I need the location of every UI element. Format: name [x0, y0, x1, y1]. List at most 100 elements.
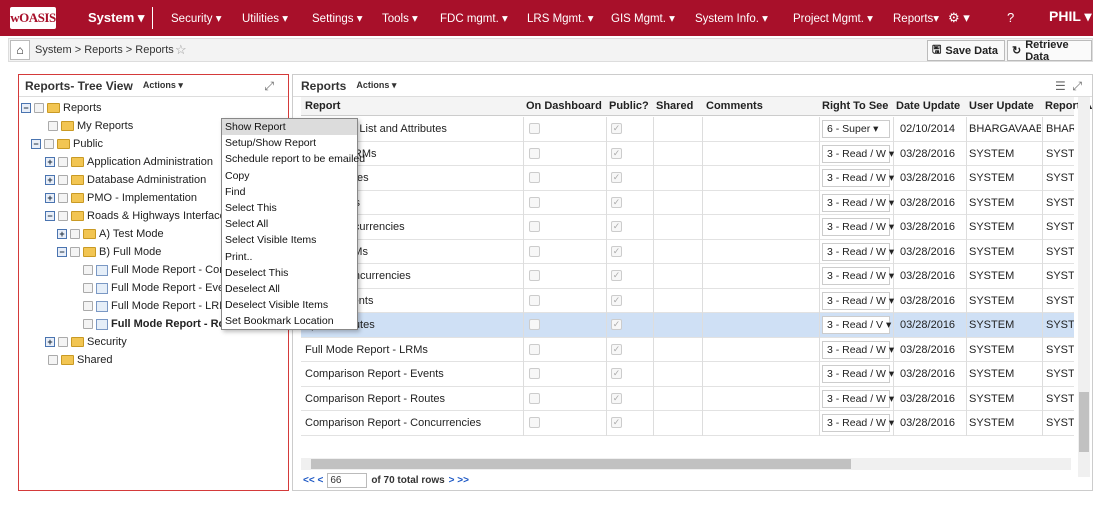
gear-icon[interactable]: ⚙ ▾	[948, 10, 970, 26]
expand-icon[interactable]: +	[45, 175, 55, 185]
collapse-icon[interactable]: −	[57, 247, 67, 257]
public-checkbox[interactable]: ✓	[611, 196, 622, 208]
nav-settings[interactable]: Settings ▾	[312, 11, 363, 25]
context-menu-item[interactable]: Select All	[222, 216, 357, 232]
public-checkbox[interactable]: ✓	[611, 221, 622, 232]
on-dashboard-checkbox[interactable]	[529, 343, 540, 355]
right-to-see-select[interactable]: 3 - Read / W ▾	[822, 169, 894, 187]
table-row[interactable]: Comparison Report - Events ✓ 3 - Read / W …	[301, 362, 1074, 387]
tree-node-my-reports[interactable]: My Reports	[35, 117, 133, 135]
right-to-see-select[interactable]: 3 - Read / W ▾	[822, 389, 894, 408]
context-menu-item[interactable]: Deselect This	[222, 265, 357, 281]
right-to-see-select[interactable]: 3 - Read / W ▾	[822, 267, 894, 285]
user-menu[interactable]: PHIL ▾	[1049, 8, 1092, 25]
save-data-button[interactable]: 🖫 Save Data	[927, 40, 1005, 61]
retrieve-data-button[interactable]: ↻ Retrieve Data	[1007, 39, 1092, 63]
nav-system-info[interactable]: System Info. ▾	[695, 11, 768, 25]
table-row[interactable]: eport - Routes✓3 - Read / V ▾03/28/2016S…	[301, 313, 1074, 338]
nav-reports[interactable]: Reports▾	[893, 11, 939, 25]
tree-checkbox[interactable]	[70, 247, 80, 257]
on-dashboard-checkbox[interactable]	[529, 417, 540, 428]
right-to-see-select[interactable]: 3 - Read / W ▾	[822, 242, 894, 261]
table-row[interactable]: port - Gaps✓3 - Read / W ▾03/28/2016SYST…	[301, 190, 1074, 215]
tree-actions-menu[interactable]: Actions ▾	[143, 80, 183, 91]
tree-checkbox[interactable]	[44, 139, 54, 149]
nav-system[interactable]: System ▾	[88, 10, 144, 26]
public-checkbox[interactable]: ✓	[611, 294, 622, 306]
star-icon[interactable]: ☆	[175, 42, 187, 58]
context-menu-item[interactable]: Find	[222, 184, 357, 200]
page-input[interactable]	[327, 473, 368, 488]
tree-checkbox[interactable]	[83, 265, 93, 275]
tree-checkbox[interactable]	[58, 157, 68, 167]
collapse-icon[interactable]: −	[31, 139, 41, 149]
tree-checkbox[interactable]	[83, 283, 93, 293]
list-icon[interactable]: ☰	[1055, 79, 1066, 93]
public-checkbox[interactable]: ✓	[611, 319, 622, 330]
right-to-see-select[interactable]: 3 - Read / W ▾	[822, 218, 894, 236]
right-to-see-select[interactable]: 6 - Super ▾	[822, 120, 890, 138]
expand-icon[interactable]: +	[45, 337, 55, 347]
col-right-to-see[interactable]: Right To See	[822, 100, 888, 112]
right-to-see-select[interactable]: 3 - Read / W ▾	[822, 414, 894, 432]
tree-checkbox[interactable]	[83, 319, 93, 329]
tree-node-security[interactable]: + Security	[45, 333, 127, 351]
table-row[interactable]: Comparison Report - Concurrencies ✓ 3 - Re…	[301, 411, 1074, 436]
tree-node-full-mode[interactable]: − B) Full Mode	[57, 243, 161, 261]
context-menu-item[interactable]: Set Bookmark Location	[222, 313, 357, 329]
tree-node-shared[interactable]: Shared	[35, 351, 112, 369]
right-to-see-select[interactable]: 3 - Read / W ▾	[822, 340, 894, 359]
nav-fdc-mgmt[interactable]: FDC mgmt. ▾	[440, 11, 508, 25]
tree-node-test-mode[interactable]: + A) Test Mode	[57, 225, 164, 243]
on-dashboard-checkbox[interactable]	[529, 147, 540, 159]
context-menu-item[interactable]: Deselect Visible Items	[222, 297, 357, 313]
tree-checkbox[interactable]	[58, 337, 68, 347]
on-dashboard-checkbox[interactable]	[529, 123, 540, 134]
expand-icon[interactable]: +	[45, 193, 55, 203]
public-checkbox[interactable]: ✓	[611, 343, 622, 355]
context-menu-item[interactable]: Setup/Show Report	[222, 135, 357, 151]
table-row[interactable]: port - Concurrencies✓3 - Read / W ▾03/28…	[301, 215, 1074, 240]
table-row[interactable]: Full Mode Report - LRMs ✓ 3 - Read / W ▾ 03…	[301, 337, 1074, 362]
expand-icon[interactable]: +	[57, 229, 67, 239]
nav-tools[interactable]: Tools ▾	[382, 11, 418, 25]
col-date-update[interactable]: Date Update	[896, 100, 960, 112]
right-to-see-select[interactable]: 3 - Read / W ▾	[822, 193, 894, 212]
tree-checkbox[interactable]	[34, 103, 44, 113]
context-menu-item[interactable]: Select This	[222, 200, 357, 216]
tree-checkbox[interactable]	[58, 211, 68, 221]
col-user-update[interactable]: User Update	[969, 100, 1034, 112]
nav-gis-mgmt[interactable]: GIS Mgmt. ▾	[611, 11, 675, 25]
tree-node-pmo[interactable]: + PMO - Implementation	[45, 189, 197, 207]
table-row[interactable]: ports - LRMs✓3 - Read / W ▾03/28/2016SYS…	[301, 239, 1074, 264]
nav-lrs-mgmt[interactable]: LRS Mgmt. ▾	[527, 11, 593, 25]
public-checkbox[interactable]: ✓	[611, 368, 622, 379]
tree-checkbox[interactable]	[58, 175, 68, 185]
tree-node-reports[interactable]: − Reports	[21, 99, 102, 117]
col-comments[interactable]: Comments	[706, 100, 763, 112]
on-dashboard-checkbox[interactable]	[529, 368, 540, 379]
public-checkbox[interactable]: ✓	[611, 245, 622, 257]
tree-checkbox[interactable]	[58, 193, 68, 203]
context-menu-item[interactable]: Select Visible Items	[222, 232, 357, 248]
public-checkbox[interactable]: ✓	[611, 417, 622, 428]
help-icon[interactable]: ?	[1007, 10, 1014, 25]
tree-node-db-admin[interactable]: + Database Administration	[45, 171, 206, 189]
on-dashboard-checkbox[interactable]	[529, 172, 540, 183]
context-menu-item[interactable]: Schedule report to be emailed	[222, 151, 365, 167]
app-logo[interactable]: wOASIS	[10, 7, 56, 29]
horizontal-scrollbar[interactable]	[301, 458, 1071, 470]
tree-node-full-events[interactable]: Full Mode Report - Events	[83, 279, 239, 297]
right-to-see-select[interactable]: 3 - Read / W ▾	[822, 365, 894, 383]
on-dashboard-checkbox[interactable]	[529, 294, 540, 306]
table-row[interactable]: Report - LRMs✓3 - Read / W ▾03/28/2016SY…	[301, 141, 1074, 166]
public-checkbox[interactable]: ✓	[611, 147, 622, 159]
on-dashboard-checkbox[interactable]	[529, 319, 540, 330]
scroll-thumb[interactable]	[1079, 392, 1089, 452]
tree-checkbox[interactable]	[83, 301, 93, 311]
scroll-thumb[interactable]	[311, 459, 851, 469]
public-checkbox[interactable]: ✓	[611, 392, 622, 404]
context-menu-item[interactable]: Deselect All	[222, 281, 357, 297]
tree-node-public[interactable]: − Public	[31, 135, 103, 153]
right-to-see-select[interactable]: 3 - Read / V ▾	[822, 316, 891, 334]
